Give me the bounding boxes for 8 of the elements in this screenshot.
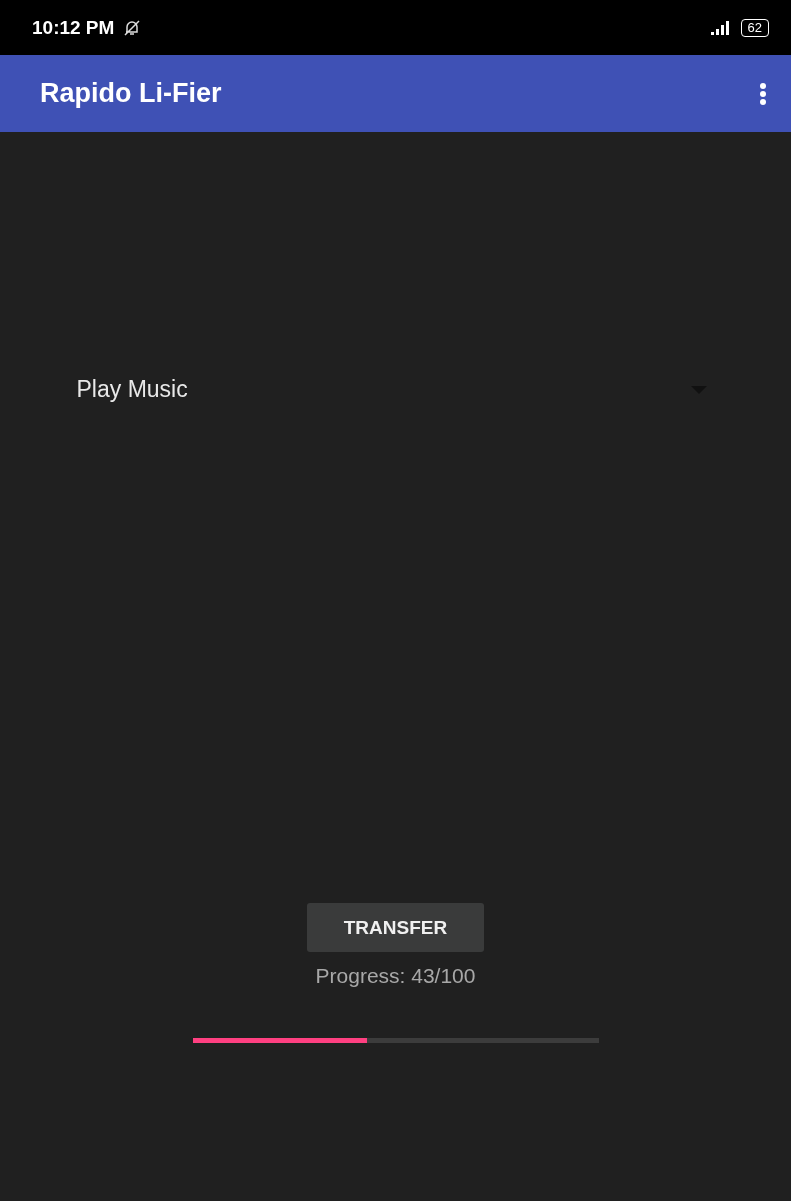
transfer-button[interactable]: TRANSFER [307, 903, 484, 952]
progress-label: Progress: 43/100 [315, 964, 476, 988]
bell-off-icon [122, 17, 143, 38]
spinner-value[interactable]: Play Music [76, 376, 188, 403]
more-options-icon[interactable] [759, 81, 767, 106]
app-title: Rapido Li-Fier [40, 78, 222, 109]
battery-level: 62 [740, 18, 769, 37]
status-time: 10:12 PM [32, 16, 115, 39]
